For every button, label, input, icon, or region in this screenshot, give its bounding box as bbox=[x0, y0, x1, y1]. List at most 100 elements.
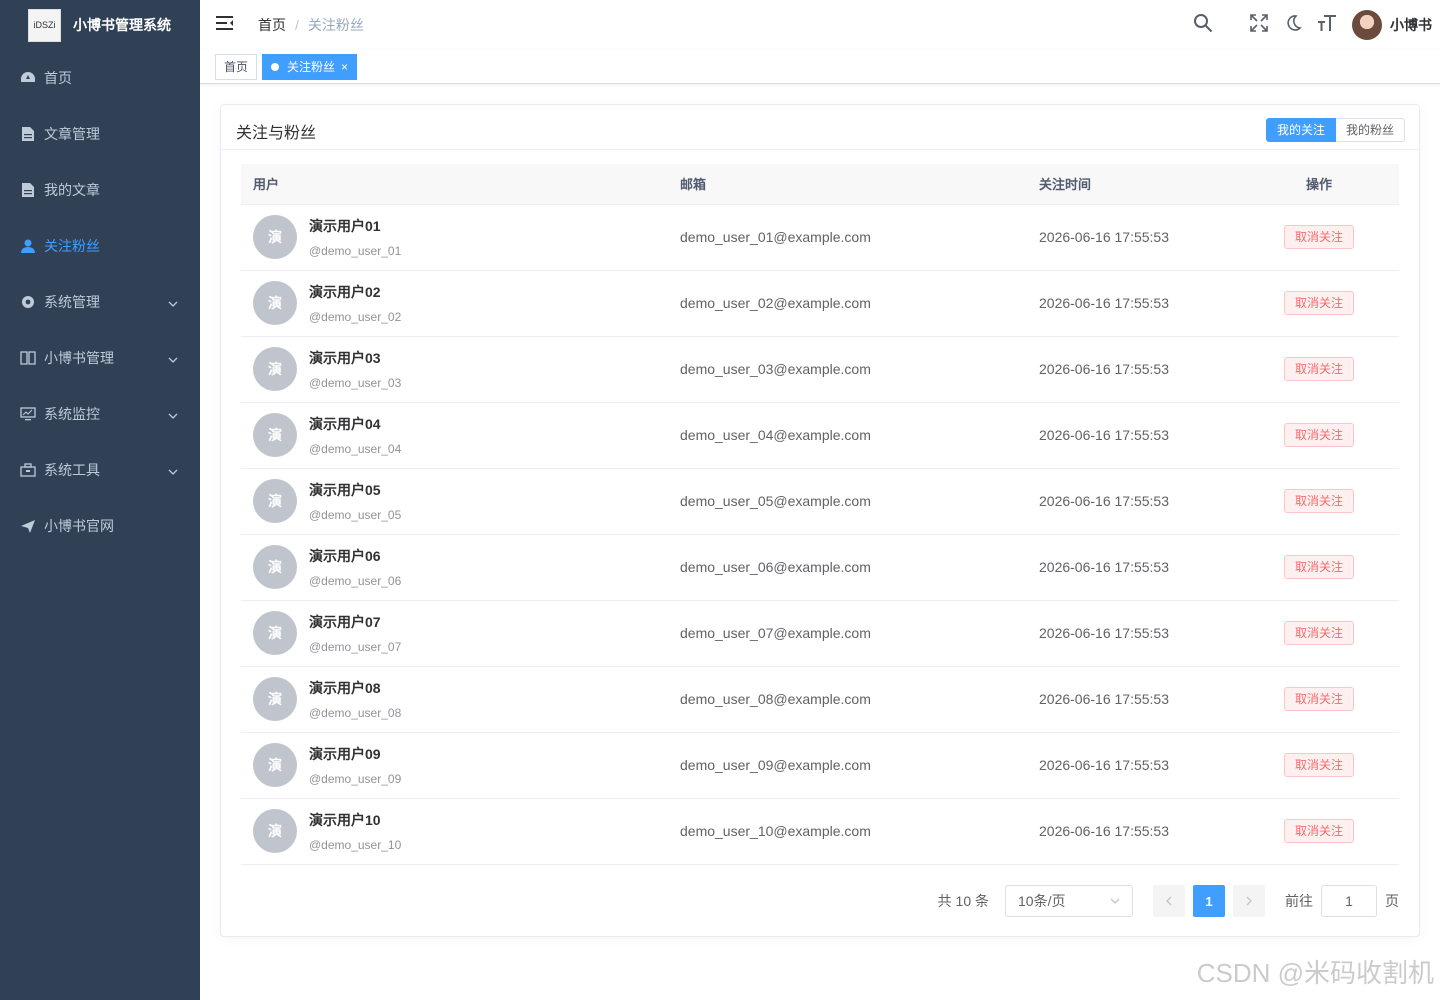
user-name: 演示用户09 bbox=[309, 746, 381, 762]
table-row: 演演示用户10 @demo_user_10 demo_user_10@example… bbox=[241, 798, 1399, 865]
page-size-select[interactable]: 10条/页 bbox=[1005, 885, 1133, 917]
unfollow-button[interactable]: 取消关注 bbox=[1283, 621, 1354, 645]
gear-icon bbox=[20, 294, 36, 310]
unfollow-button[interactable]: 取消关注 bbox=[1283, 489, 1354, 513]
user-info: 演示用户04 @demo_user_04 bbox=[309, 414, 401, 456]
unfollow-button[interactable]: 取消关注 bbox=[1283, 357, 1354, 381]
moon-icon bbox=[1284, 14, 1302, 37]
user-name: 演示用户05 bbox=[309, 482, 381, 498]
logo[interactable]: iDSZi 小博书管理系统 bbox=[0, 0, 200, 50]
document-icon bbox=[20, 182, 36, 198]
next-page-button[interactable] bbox=[1233, 885, 1265, 917]
sidebar-item-label: 系统管理 bbox=[44, 294, 100, 310]
font-size-button[interactable] bbox=[1310, 0, 1344, 50]
sidebar-item-follow-fans[interactable]: 关注粉丝 bbox=[0, 218, 200, 274]
sidebar-item-system-management[interactable]: 系统管理 bbox=[0, 274, 200, 330]
user-cell: 演演示用户03 @demo_user_03 bbox=[253, 347, 680, 391]
unfollow-button[interactable]: 取消关注 bbox=[1283, 225, 1354, 249]
sidebar-item-article-management[interactable]: 文章管理 bbox=[0, 106, 200, 162]
cell-action: 取消关注 bbox=[1239, 336, 1399, 403]
user-name: 演示用户01 bbox=[309, 218, 381, 234]
sidebar-menu: 首页 文章管理 我的文章 关注粉丝 系统管理 小博书管理 系统监控 系统工具 小… bbox=[0, 50, 200, 554]
user-cell: 演演示用户01 @demo_user_01 bbox=[253, 215, 680, 259]
user-info: 演示用户06 @demo_user_06 bbox=[309, 546, 401, 588]
cell-time: 2026-06-16 17:55:53 bbox=[1039, 534, 1239, 601]
theme-toggle-button[interactable] bbox=[1276, 0, 1310, 50]
fullscreen-button[interactable] bbox=[1242, 0, 1276, 50]
tab-my-following[interactable]: 我的关注 bbox=[1265, 118, 1336, 142]
chevron-down-icon bbox=[1110, 893, 1120, 909]
cell-email: demo_user_05@example.com bbox=[680, 468, 1039, 535]
sidebar-item-home[interactable]: 首页 bbox=[0, 50, 200, 106]
cell-action: 取消关注 bbox=[1239, 798, 1399, 865]
sidebar-item-label: 系统监控 bbox=[44, 406, 100, 422]
jump-page-input[interactable]: 1 bbox=[1321, 885, 1377, 917]
cell-time: 2026-06-16 17:55:53 bbox=[1039, 732, 1239, 799]
user-name: 演示用户02 bbox=[309, 284, 381, 300]
sidebar-item-xiaoboshu-management[interactable]: 小博书管理 bbox=[0, 330, 200, 386]
book-icon bbox=[20, 350, 36, 366]
cell-action: 取消关注 bbox=[1239, 204, 1399, 271]
user-handle: @demo_user_04 bbox=[309, 442, 402, 456]
tag-home[interactable]: 首页 bbox=[215, 53, 258, 80]
sidebar-item-system-monitor[interactable]: 系统监控 bbox=[0, 386, 200, 442]
search-button[interactable] bbox=[1186, 0, 1220, 50]
unfollow-button[interactable]: 取消关注 bbox=[1283, 555, 1354, 579]
table-header-row: 用户 邮箱 关注时间 操作 bbox=[241, 164, 1399, 205]
user-handle: @demo_user_08 bbox=[309, 706, 402, 720]
watermark: CSDN @米码收割机 bbox=[1196, 958, 1434, 988]
user-name: 演示用户08 bbox=[309, 680, 381, 696]
chevron-down-icon bbox=[168, 464, 178, 480]
user-info: 演示用户09 @demo_user_09 bbox=[309, 744, 401, 786]
close-icon[interactable]: × bbox=[341, 55, 348, 79]
follow-card: 关注与粉丝 我的关注 我的粉丝 用户 邮箱 关注时间 操作 演演示用户01 @de… bbox=[220, 104, 1420, 937]
user-name: 演示用户04 bbox=[309, 416, 381, 432]
column-header-user: 用户 bbox=[241, 164, 680, 205]
cell-time: 2026-06-16 17:55:53 bbox=[1039, 336, 1239, 403]
user-handle: @demo_user_01 bbox=[309, 244, 402, 258]
cell-action: 取消关注 bbox=[1239, 666, 1399, 733]
cell-action: 取消关注 bbox=[1239, 600, 1399, 667]
cell-user: 演演示用户06 @demo_user_06 bbox=[241, 534, 680, 601]
username[interactable]: 小博书 bbox=[1390, 15, 1432, 35]
page-size-value: 10条/页 bbox=[1018, 893, 1066, 909]
cell-action: 取消关注 bbox=[1239, 534, 1399, 601]
table-row: 演演示用户01 @demo_user_01 demo_user_01@example… bbox=[241, 204, 1399, 271]
breadcrumb-home[interactable]: 首页 bbox=[258, 15, 286, 35]
hamburger-button[interactable] bbox=[200, 0, 250, 50]
chevron-down-icon bbox=[168, 352, 178, 368]
user-avatar: 演 bbox=[253, 281, 297, 325]
tag-follow-fans[interactable]: 关注粉丝 × bbox=[262, 53, 358, 80]
sidebar-item-my-articles[interactable]: 我的文章 bbox=[0, 162, 200, 218]
unfollow-button[interactable]: 取消关注 bbox=[1283, 819, 1354, 843]
sidebar-item-label: 系统工具 bbox=[44, 462, 100, 478]
follow-segment: 我的关注 我的粉丝 bbox=[1265, 118, 1405, 142]
user-handle: @demo_user_02 bbox=[309, 310, 402, 324]
unfollow-button[interactable]: 取消关注 bbox=[1283, 291, 1354, 315]
cell-email: demo_user_03@example.com bbox=[680, 336, 1039, 403]
unfollow-button[interactable]: 取消关注 bbox=[1283, 753, 1354, 777]
cell-action: 取消关注 bbox=[1239, 402, 1399, 469]
sidebar-item-system-tools[interactable]: 系统工具 bbox=[0, 442, 200, 498]
user-avatar: 演 bbox=[253, 215, 297, 259]
user-name: 演示用户03 bbox=[309, 350, 381, 366]
active-dot bbox=[271, 62, 280, 71]
dashboard-icon bbox=[20, 70, 36, 86]
user-cell: 演演示用户05 @demo_user_05 bbox=[253, 479, 680, 523]
user-avatar[interactable] bbox=[1352, 10, 1382, 40]
tab-my-followers[interactable]: 我的粉丝 bbox=[1335, 118, 1405, 142]
chevron-down-icon bbox=[168, 296, 178, 312]
user-cell: 演演示用户08 @demo_user_08 bbox=[253, 677, 680, 721]
table-row: 演演示用户03 @demo_user_03 demo_user_03@example… bbox=[241, 336, 1399, 403]
document-icon bbox=[20, 126, 36, 142]
cell-time: 2026-06-16 17:55:53 bbox=[1039, 798, 1239, 865]
prev-page-button[interactable] bbox=[1153, 885, 1185, 917]
sidebar-item-official-site[interactable]: 小博书官网 bbox=[0, 498, 200, 554]
unfollow-button[interactable]: 取消关注 bbox=[1283, 423, 1354, 447]
cell-email: demo_user_08@example.com bbox=[680, 666, 1039, 733]
cell-email: demo_user_01@example.com bbox=[680, 204, 1039, 271]
page-number-button[interactable]: 1 bbox=[1193, 885, 1225, 917]
logo-image: iDSZi bbox=[28, 8, 61, 42]
unfollow-button[interactable]: 取消关注 bbox=[1283, 687, 1354, 711]
cell-user: 演演示用户09 @demo_user_09 bbox=[241, 732, 680, 799]
